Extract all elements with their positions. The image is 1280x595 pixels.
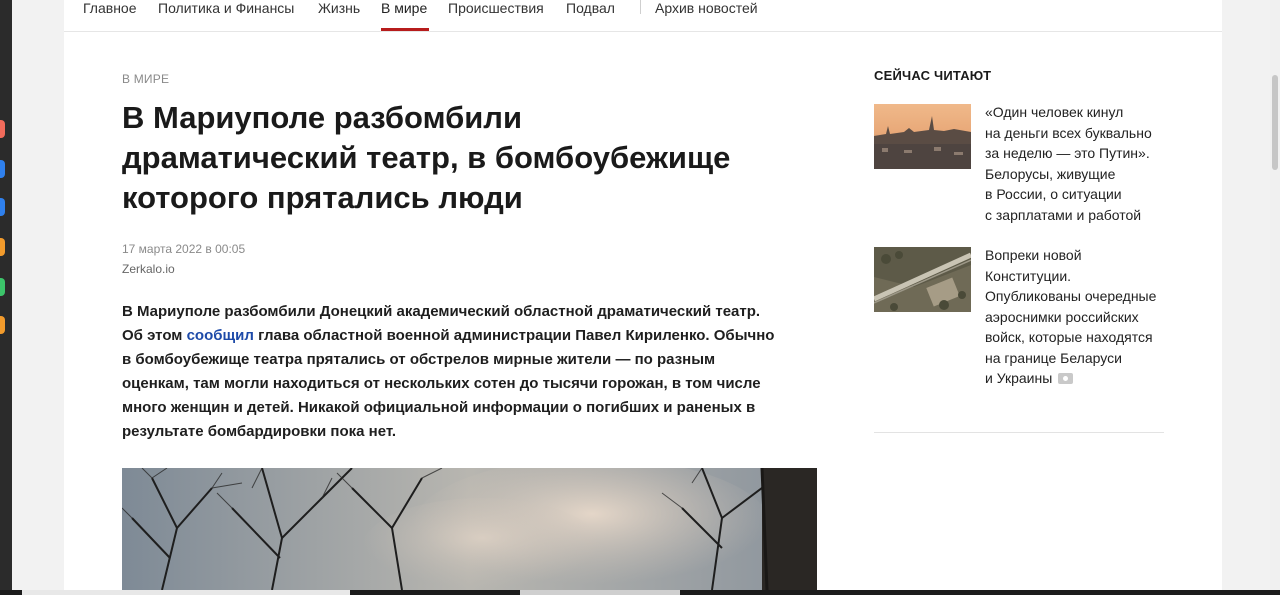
scrollbar[interactable] bbox=[1270, 0, 1280, 595]
top-nav: Главное Политика и Финансы Жизнь В мире … bbox=[64, 0, 1222, 32]
story-line-text: и Украины bbox=[985, 370, 1053, 386]
story-line: Опубликованы очередные bbox=[985, 288, 1157, 304]
sidebar-heading: СЕЙЧАС ЧИТАЮТ bbox=[874, 68, 992, 83]
lead-link[interactable]: сообщил bbox=[187, 327, 254, 344]
article-title: В Мариуполе разбомбили драматический теа… bbox=[122, 98, 812, 218]
story-line: на деньги всех буквально bbox=[985, 124, 1152, 141]
story-thumbnail[interactable] bbox=[874, 247, 971, 312]
story-thumbnail-image bbox=[874, 104, 971, 169]
dock-app-icon[interactable] bbox=[0, 160, 5, 178]
camera-icon bbox=[1058, 373, 1074, 384]
nav-separator bbox=[640, 0, 641, 14]
nav-item-main[interactable]: Главное bbox=[83, 0, 137, 16]
nav-item-archive[interactable]: Архив новостей bbox=[655, 0, 758, 16]
nav-active-indicator bbox=[381, 28, 429, 31]
scrollbar-thumb[interactable] bbox=[1272, 75, 1278, 170]
story-line: Конституции. bbox=[985, 267, 1072, 284]
taskbar-window[interactable] bbox=[520, 590, 680, 595]
article-title-line: которого прятались люди bbox=[122, 180, 523, 215]
nav-item-world[interactable]: В мире bbox=[381, 0, 427, 16]
story-line: «Один человек кинул bbox=[985, 104, 1124, 120]
os-dock bbox=[0, 0, 12, 595]
nav-item-life[interactable]: Жизнь bbox=[318, 0, 360, 16]
dock-app-icon[interactable] bbox=[0, 198, 5, 216]
story-line: и Украины bbox=[985, 368, 1156, 389]
article-date: 17 марта 2022 в 00:05 bbox=[122, 242, 246, 256]
story-line: Вопреки новой bbox=[985, 247, 1082, 263]
story-line: Белорусы, живущие bbox=[985, 165, 1116, 182]
nav-item-incidents[interactable]: Происшествия bbox=[448, 0, 544, 16]
article-title-line: В Мариуполе разбомбили bbox=[122, 100, 523, 135]
sidebar-story[interactable]: Вопреки новой Конституции. Опубликованы … bbox=[985, 245, 1156, 389]
dock-app-icon[interactable] bbox=[0, 120, 5, 138]
nav-item-politics[interactable]: Политика и Финансы bbox=[158, 0, 294, 16]
nav-item-basement[interactable]: Подвал bbox=[566, 0, 615, 16]
news-page: Главное Политика и Финансы Жизнь В мире … bbox=[64, 0, 1222, 590]
article-lead: В Мариуполе разбомбили Донецкий академич… bbox=[122, 300, 782, 444]
page-margin bbox=[12, 0, 64, 595]
story-line: в России, о ситуации bbox=[985, 186, 1122, 202]
story-thumbnail[interactable] bbox=[874, 104, 971, 169]
sidebar-divider bbox=[874, 432, 1164, 433]
dock-app-icon[interactable] bbox=[0, 316, 5, 334]
story-line: на границе Беларуси bbox=[985, 349, 1122, 366]
story-thumbnail-image bbox=[874, 247, 971, 312]
dock-app-icon[interactable] bbox=[0, 278, 5, 296]
sidebar-story[interactable]: «Один человек кинул на деньги всех буква… bbox=[985, 102, 1152, 225]
taskbar-window[interactable] bbox=[22, 590, 350, 595]
dock-app-icon[interactable] bbox=[0, 238, 5, 256]
article-source[interactable]: Zerkalo.io bbox=[122, 262, 175, 276]
story-line: аэроснимки российских bbox=[985, 308, 1139, 325]
article-title-line: драматический театр, в бомбоубежище bbox=[122, 140, 731, 175]
story-line: с зарплатами и работой bbox=[985, 206, 1142, 223]
story-line: войск, которые находятся bbox=[985, 329, 1153, 345]
story-line: за неделю — это Путин». bbox=[985, 145, 1150, 161]
article-rubric[interactable]: В МИРЕ bbox=[122, 72, 169, 86]
article-photo-image bbox=[122, 468, 817, 590]
article-photo bbox=[122, 468, 817, 590]
